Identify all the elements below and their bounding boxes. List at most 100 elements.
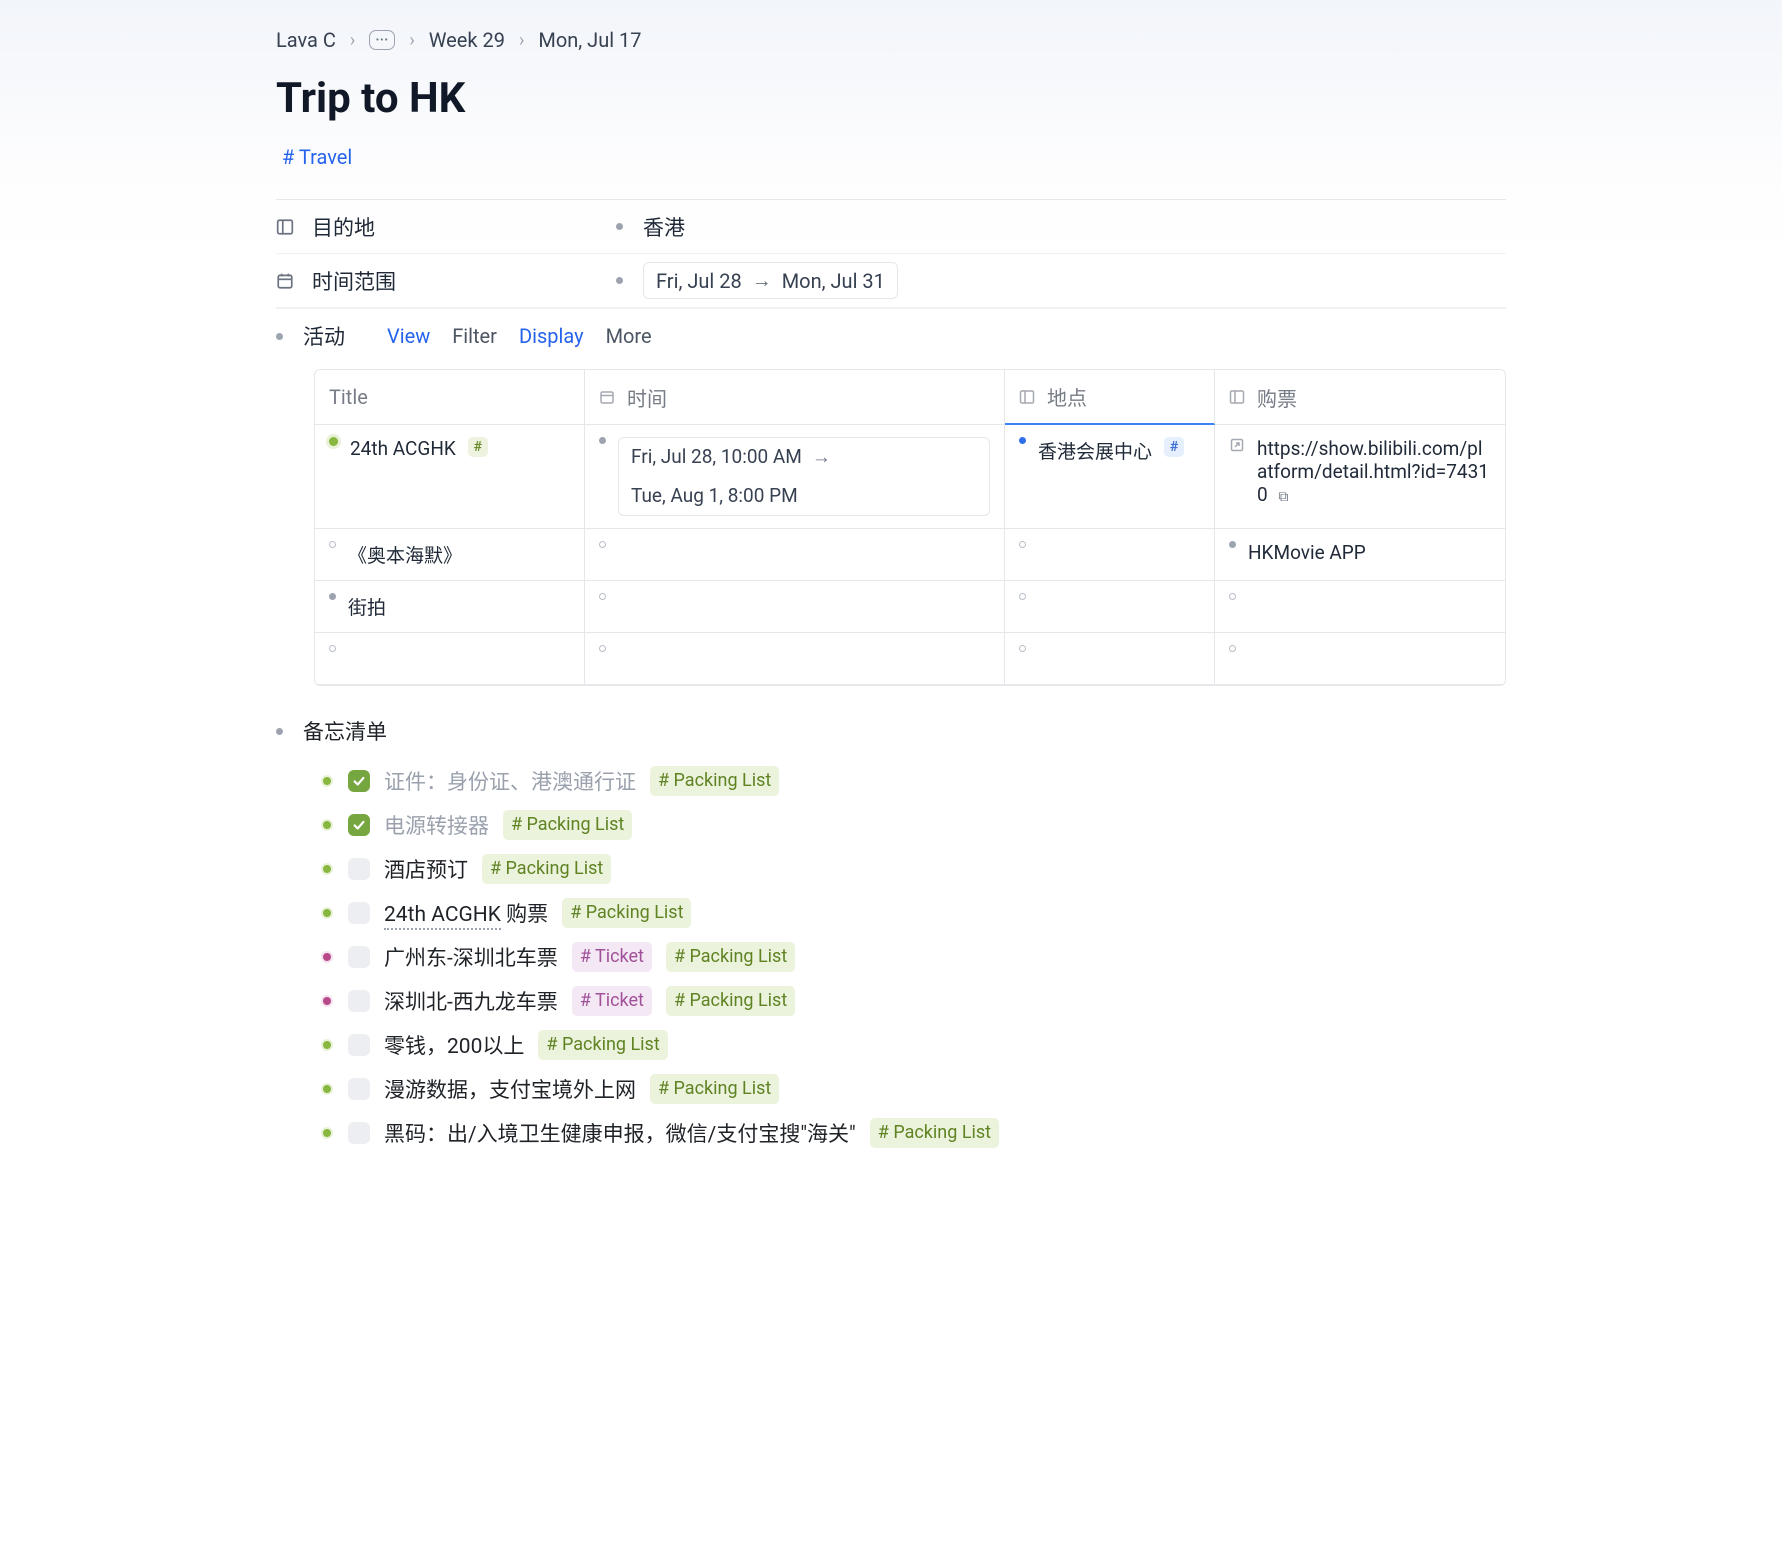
tag-ticket[interactable]: # Ticket — [572, 986, 652, 1015]
chevron-right-icon: › — [350, 30, 355, 51]
checklist-item-text[interactable]: 24th ACGHK 购票 — [384, 898, 548, 928]
checkbox[interactable] — [348, 1034, 370, 1056]
bullet-icon — [1229, 541, 1236, 548]
checklist-item: 24th ACGHK 购票 # Packing List — [320, 898, 1506, 928]
checklist-item-text[interactable]: 黑码：出/入境卫生健康申报，微信/支付宝搜"海关" — [384, 1118, 856, 1148]
tag-ticket[interactable]: # Ticket — [572, 942, 652, 971]
inline-link[interactable]: 24th ACGHK — [384, 903, 501, 930]
cell-place-text: 香港会展中心 — [1038, 437, 1152, 464]
time-to: Tue, Aug 1, 8:00 PM — [631, 482, 798, 511]
calendar-icon — [599, 389, 615, 405]
tag-packing[interactable]: # Packing List — [482, 854, 611, 883]
checklist-item-text[interactable]: 零钱，200以上 — [384, 1030, 524, 1060]
column-title[interactable]: Title — [315, 370, 585, 425]
status-dot-green — [320, 909, 334, 917]
table-cell-place[interactable] — [1005, 633, 1215, 685]
hash-icon[interactable]: # — [1164, 437, 1184, 457]
checklist-item-text[interactable]: 广州东-深圳北车票 — [384, 942, 558, 972]
filter-button[interactable]: Filter — [452, 324, 497, 348]
column-place[interactable]: 地点 — [1005, 370, 1215, 425]
status-dot-green — [320, 777, 334, 785]
checklist-item-text[interactable]: 酒店预订 — [384, 854, 468, 884]
table-cell-title[interactable]: 《奥本海默》 — [315, 529, 585, 581]
column-time[interactable]: 时间 — [585, 370, 1005, 425]
checkbox[interactable] — [348, 1078, 370, 1100]
external-link-icon — [1229, 437, 1245, 453]
checklist-item-text[interactable]: 证件：身份证、港澳通行证 — [384, 766, 636, 796]
table-cell-title[interactable]: 24th ACGHK # — [315, 425, 585, 529]
bullet-icon — [616, 277, 623, 284]
property-daterange-label: 时间范围 — [312, 266, 396, 296]
checkbox[interactable] — [348, 946, 370, 968]
checkbox[interactable] — [348, 814, 370, 836]
section-checklist-label: 备忘清单 — [303, 716, 387, 746]
status-dot-green — [320, 1129, 334, 1137]
cell-title-text: 24th ACGHK — [350, 437, 456, 460]
arrow-right-icon: → — [752, 268, 772, 293]
date-range-chip[interactable]: Fri, Jul 28 → Mon, Jul 31 — [643, 262, 898, 299]
checklist-item-text[interactable]: 漫游数据，支付宝境外上网 — [384, 1074, 636, 1104]
breadcrumb: Lava C › ••• › Week 29 › Mon, Jul 17 — [276, 28, 1506, 52]
cell-title-text: 《奥本海默》 — [348, 541, 462, 568]
empty-dot — [599, 645, 606, 652]
view-button[interactable]: View — [387, 324, 430, 348]
open-link-icon: ⧉ — [1278, 489, 1288, 505]
property-destination-value[interactable]: 香港 — [643, 212, 685, 242]
hash-icon[interactable]: # — [468, 437, 488, 457]
column-ticket[interactable]: 购票 — [1215, 370, 1505, 425]
table-cell-time[interactable] — [585, 581, 1005, 633]
time-chip[interactable]: Fri, Jul 28, 10:00 AM → Tue, Aug 1, 8:00… — [618, 437, 990, 516]
checklist-item: 酒店预订 # Packing List — [320, 854, 1506, 884]
property-daterange: 时间范围 Fri, Jul 28 → Mon, Jul 31 — [276, 254, 1506, 308]
more-button[interactable]: More — [606, 324, 652, 348]
text-field-icon — [1019, 389, 1035, 405]
tag-packing[interactable]: # Packing List — [650, 1074, 779, 1103]
table-cell-ticket[interactable]: HKMovie APP — [1215, 529, 1505, 581]
table-cell-ticket[interactable] — [1215, 581, 1505, 633]
checklist-item-text[interactable]: 深圳北-西九龙车票 — [384, 986, 558, 1016]
tag-travel[interactable]: # Travel — [282, 145, 352, 169]
tag-packing[interactable]: # Packing List — [666, 986, 795, 1015]
calendar-icon — [276, 272, 294, 290]
table-cell-ticket[interactable]: https://show.bilibili.com/platform/detai… — [1215, 425, 1505, 529]
status-dot-green — [329, 437, 338, 446]
ticket-link[interactable]: https://show.bilibili.com/platform/detai… — [1257, 437, 1491, 506]
text-field-icon — [276, 218, 294, 236]
checkbox[interactable] — [348, 990, 370, 1012]
status-dot-green — [320, 865, 334, 873]
status-dot-pink — [320, 997, 334, 1005]
table-cell-title[interactable] — [315, 633, 585, 685]
breadcrumb-date[interactable]: Mon, Jul 17 — [538, 28, 641, 52]
table-cell-time[interactable]: Fri, Jul 28, 10:00 AM → Tue, Aug 1, 8:00… — [585, 425, 1005, 529]
breadcrumb-week[interactable]: Week 29 — [429, 28, 505, 52]
table-cell-place[interactable]: 香港会展中心 # — [1005, 425, 1215, 529]
cell-title-text: 街拍 — [348, 593, 386, 620]
checklist-item: 黑码：出/入境卫生健康申报，微信/支付宝搜"海关" # Packing List — [320, 1118, 1506, 1148]
tag-packing[interactable]: # Packing List — [650, 766, 779, 795]
checkbox[interactable] — [348, 858, 370, 880]
table-cell-time[interactable] — [585, 633, 1005, 685]
checkbox[interactable] — [348, 770, 370, 792]
bullet-icon — [599, 437, 606, 444]
tag-packing[interactable]: # Packing List — [870, 1118, 999, 1147]
table-cell-title[interactable]: 街拍 — [315, 581, 585, 633]
bullet-icon — [616, 223, 623, 230]
section-activities-label: 活动 — [303, 321, 345, 351]
section-activities: 活动 View Filter Display More — [276, 308, 1506, 369]
checkbox[interactable] — [348, 902, 370, 924]
breadcrumb-root[interactable]: Lava C — [276, 28, 336, 52]
checklist-item-text[interactable]: 电源转接器 — [384, 810, 489, 840]
table-cell-place[interactable] — [1005, 581, 1215, 633]
tag-packing[interactable]: # Packing List — [538, 1030, 667, 1059]
tag-packing[interactable]: # Packing List — [503, 810, 632, 839]
breadcrumb-ellipsis[interactable]: ••• — [369, 30, 395, 50]
table-cell-time[interactable] — [585, 529, 1005, 581]
table-cell-ticket[interactable] — [1215, 633, 1505, 685]
page-title: Trip to HK — [276, 74, 1506, 123]
table-cell-place[interactable] — [1005, 529, 1215, 581]
tag-packing[interactable]: # Packing List — [562, 898, 691, 927]
checkbox[interactable] — [348, 1122, 370, 1144]
status-dot-green — [320, 821, 334, 829]
display-button[interactable]: Display — [519, 324, 584, 348]
tag-packing[interactable]: # Packing List — [666, 942, 795, 971]
